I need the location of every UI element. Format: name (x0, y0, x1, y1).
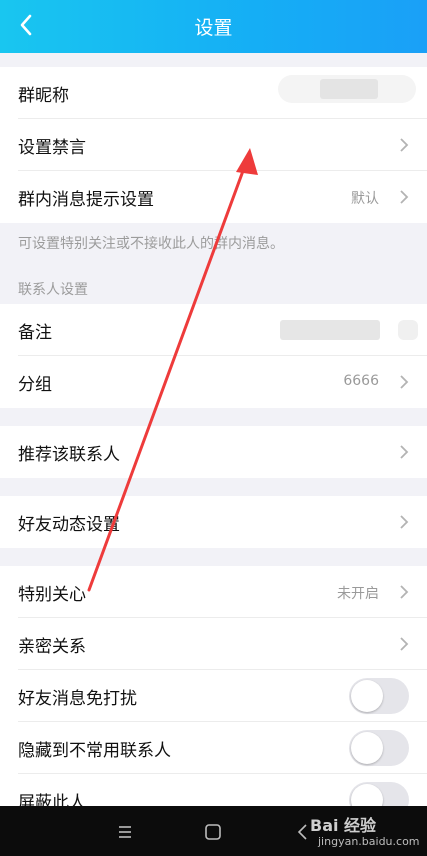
recommend-contact-label: 推荐该联系人 (18, 445, 120, 465)
special-care-label: 特别关心 (18, 585, 86, 605)
baidu-watermark-url: jingyan.baidu.com (318, 835, 420, 848)
special-care-value: 未开启 (337, 586, 379, 602)
blurred-remark-extra (398, 320, 418, 340)
chevron-right-icon (400, 138, 409, 152)
grouping-label: 分组 (18, 375, 52, 395)
blurred-nickname-text (320, 79, 378, 99)
intimacy-label: 亲密关系 (18, 637, 86, 657)
page-title: 设置 (194, 17, 233, 39)
group-nickname-row[interactable]: 群昵称 (0, 67, 427, 119)
friend-feed-label: 好友动态设置 (18, 515, 120, 535)
group-settings-section: 群昵称 设置禁言 群内消息提示设置 默认 (0, 67, 427, 223)
hide-contact-label: 隐藏到不常用联系人 (18, 741, 171, 761)
hide-contact-toggle[interactable] (349, 730, 409, 766)
grouping-row[interactable]: 分组 6666 (0, 356, 427, 408)
baidu-watermark: Bai 经验 (310, 816, 377, 835)
recommend-section: 推荐该联系人 (0, 426, 427, 478)
chevron-right-icon (400, 585, 409, 599)
intimacy-row[interactable]: 亲密关系 (0, 618, 427, 670)
group-nickname-label: 群昵称 (18, 86, 69, 106)
menu-icon[interactable] (114, 821, 136, 843)
grouping-value: 6666 (343, 373, 379, 389)
dnd-toggle[interactable] (349, 678, 409, 714)
chevron-right-icon (400, 445, 409, 459)
friend-feed-section: 好友动态设置 (0, 496, 427, 548)
home-icon[interactable] (202, 821, 224, 843)
mute-settings-row[interactable]: 设置禁言 (0, 119, 427, 171)
mute-settings-label: 设置禁言 (18, 138, 86, 158)
group-msg-hint: 可设置特别关注或不接收此人的群内消息。 (18, 236, 284, 252)
blurred-remark-value (280, 320, 380, 340)
group-msg-notify-label: 群内消息提示设置 (18, 190, 154, 210)
special-care-row[interactable]: 特别关心 未开启 (0, 566, 427, 618)
chevron-right-icon (400, 375, 409, 389)
friend-feed-row[interactable]: 好友动态设置 (0, 496, 427, 548)
dnd-row: 好友消息免打扰 (0, 670, 427, 722)
group-msg-notify-value: 默认 (351, 191, 379, 207)
contact-settings-section: 备注 分组 6666 (0, 304, 427, 408)
header-bar: 设置 (0, 0, 427, 53)
contact-settings-section-label: 联系人设置 (18, 282, 88, 298)
privacy-section: 特别关心 未开启 亲密关系 好友消息免打扰 隐藏到不常用联系人 屏蔽此人 (0, 566, 427, 818)
remark-label: 备注 (18, 323, 52, 343)
group-msg-notify-row[interactable]: 群内消息提示设置 默认 (0, 171, 427, 223)
chevron-right-icon (400, 190, 409, 204)
chevron-right-icon (400, 515, 409, 529)
remark-row[interactable]: 备注 (0, 304, 427, 356)
chevron-right-icon (400, 637, 409, 651)
hide-contact-row: 隐藏到不常用联系人 (0, 722, 427, 774)
dnd-label: 好友消息免打扰 (18, 689, 137, 709)
recommend-contact-row[interactable]: 推荐该联系人 (0, 426, 427, 478)
